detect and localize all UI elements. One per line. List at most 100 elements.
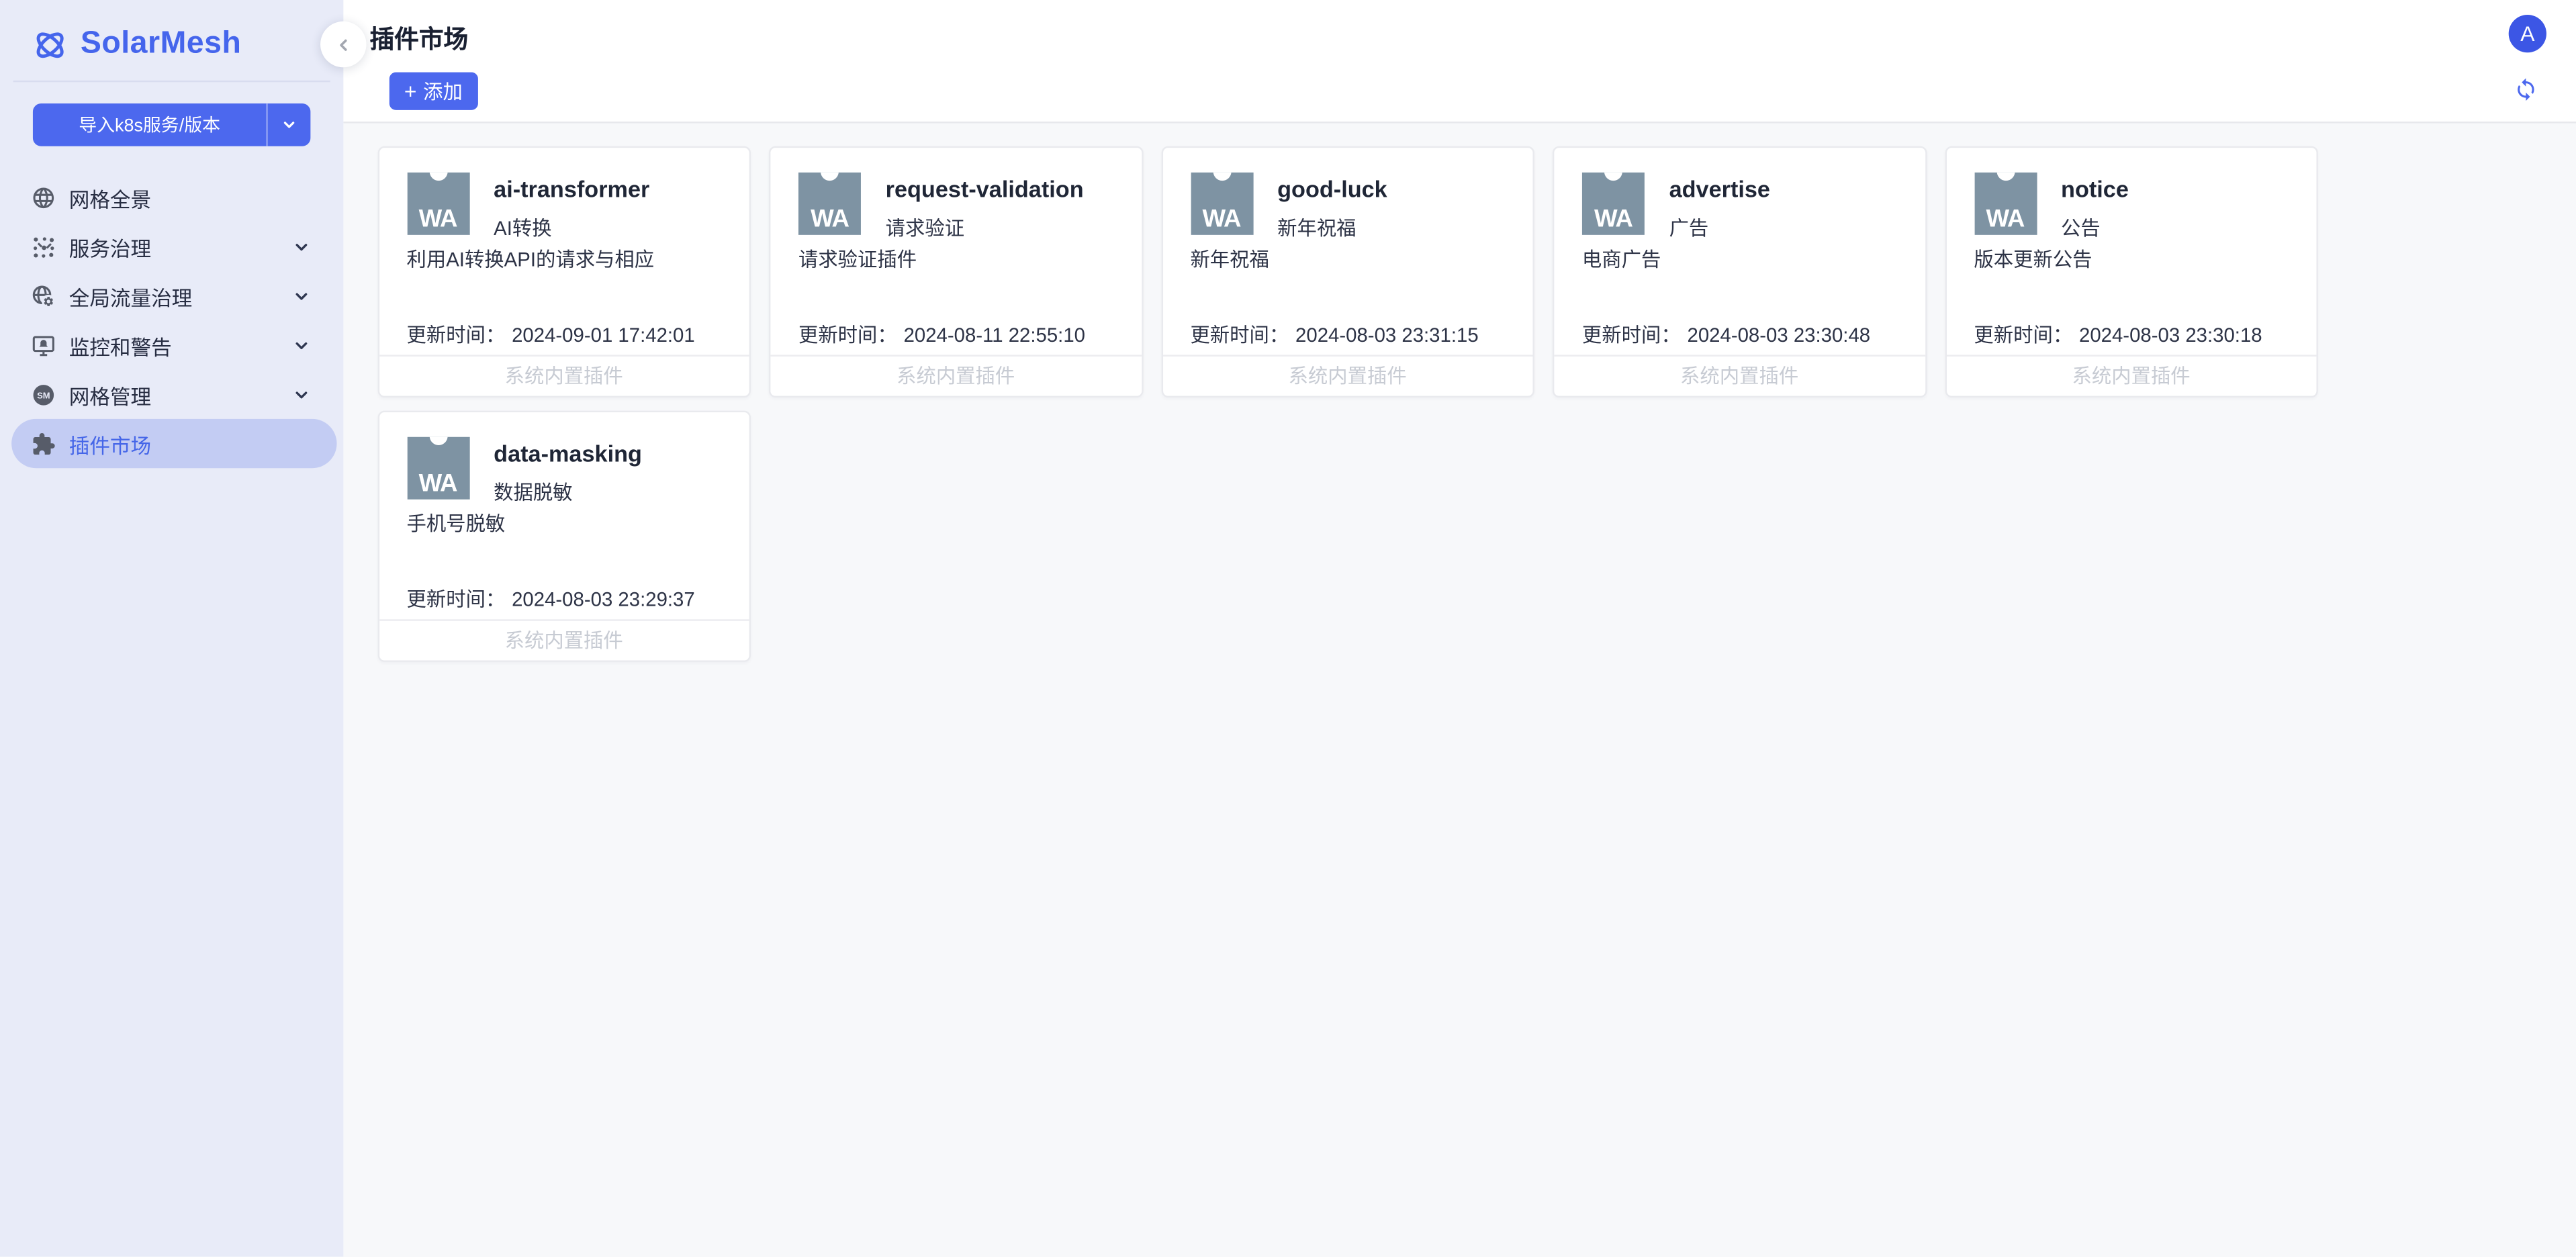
plugin-name: notice <box>2061 175 2129 201</box>
svg-text:SM: SM <box>37 389 50 400</box>
updated-value: 2024-08-03 23:31:15 <box>1295 323 1479 346</box>
updated-label: 更新时间： <box>798 323 897 346</box>
topbar: 插件市场 A + 添加 <box>343 0 2576 123</box>
webassembly-icon-text: WA <box>406 471 469 496</box>
sidebar-item-label: 网格管理 <box>69 379 151 410</box>
mesh-management-icon: SM <box>31 382 56 407</box>
app-title: SolarMesh <box>81 26 241 62</box>
webassembly-icon-text: WA <box>1190 206 1252 231</box>
refresh-icon <box>2514 77 2538 102</box>
plugin-card-footer: 系统内置插件 <box>379 355 749 395</box>
plugin-description: 电商广告 <box>1582 247 1905 273</box>
builtin-plugin-label: 系统内置插件 <box>505 362 623 390</box>
plugin-updated-row: 更新时间： 2024-08-03 23:30:18 <box>1974 320 2262 348</box>
sidebar-item-label: 插件市场 <box>69 428 151 459</box>
monitor-alert-icon <box>31 332 56 357</box>
plugin-description: 版本更新公告 <box>1974 247 2297 273</box>
updated-value: 2024-08-11 22:55:10 <box>904 323 1085 346</box>
plugin-card-data-masking[interactable]: WA data-masking 数据脱敏 手机号脱敏 更新时间： 2024-08-… <box>377 410 751 661</box>
sidebar-item-mesh-management[interactable]: SM 网格管理 <box>11 369 336 418</box>
plugin-alias: 广告 <box>1669 213 1709 241</box>
plugin-updated-row: 更新时间： 2024-08-03 23:29:37 <box>406 584 694 612</box>
add-plugin-button-label: 添加 <box>423 77 463 105</box>
sidebar-divider <box>13 81 330 82</box>
sidebar-nav: 网格全景 服务治理 全局流量治理 监控和警告 SM 网格管理 插件市场 <box>0 173 343 468</box>
puzzle-icon <box>31 431 56 456</box>
app: SolarMesh 导入k8s服务/版本 网格全景 服务治理 全局流量治理 监控… <box>0 0 2576 1257</box>
chevron-down-icon <box>292 336 310 354</box>
sidebar-item-global-traffic[interactable]: 全局流量治理 <box>11 271 336 320</box>
plugin-updated-row: 更新时间： 2024-09-01 17:42:01 <box>406 320 694 348</box>
webassembly-icon: WA <box>1974 172 2036 234</box>
updated-value: 2024-09-01 17:42:01 <box>512 323 695 346</box>
plugin-card-good-luck[interactable]: WA good-luck 新年祝福 新年祝福 更新时间： 2024-08-03 2… <box>1160 146 1534 397</box>
add-plugin-button[interactable]: + 添加 <box>389 73 477 110</box>
sidebar-collapse-button[interactable] <box>320 21 367 68</box>
service-governance-icon <box>31 234 56 259</box>
plus-icon: + <box>404 80 417 101</box>
content-area: WA ai-transformer AI转换 利用AI转换API的请求与相应 更… <box>343 123 2576 1256</box>
import-k8s-button-label[interactable]: 导入k8s服务/版本 <box>33 103 266 146</box>
plugin-alias: 公告 <box>2061 213 2101 241</box>
plugin-card-advertise[interactable]: WA advertise 广告 电商广告 更新时间：2024-08-03 23:… <box>1553 146 1927 397</box>
plugin-updated-row: 更新时间： 2024-08-03 23:31:15 <box>1190 320 1478 348</box>
sidebar-item-mesh-overview[interactable]: 网格全景 <box>11 173 336 222</box>
builtin-plugin-label: 系统内置插件 <box>1680 362 1798 390</box>
sidebar-item-monitoring-alert[interactable]: 监控和警告 <box>11 320 336 369</box>
plugin-description: 新年祝福 <box>1190 247 1513 273</box>
webassembly-icon-text: WA <box>798 206 861 231</box>
webassembly-icon: WA <box>798 172 861 234</box>
import-dropdown-toggle[interactable] <box>268 103 311 146</box>
avatar-letter: A <box>2520 21 2534 46</box>
plugin-card-request-validation[interactable]: WA request-validation 请求验证 请求验证插件 更新时间：2… <box>769 146 1143 397</box>
webassembly-icon: WA <box>406 172 469 234</box>
chevron-down-icon <box>281 117 297 133</box>
sidebar-item-label: 服务治理 <box>69 231 151 262</box>
globe-icon <box>31 185 56 209</box>
chevron-down-icon <box>292 287 310 305</box>
chevron-down-icon <box>292 238 310 256</box>
webassembly-icon-text: WA <box>1974 206 2036 231</box>
solarmesh-logo-icon <box>31 26 68 63</box>
plugin-description: 手机号脱敏 <box>406 512 729 537</box>
plugin-updated-row: 更新时间：2024-08-03 23:30:48 <box>1582 320 1870 348</box>
plugin-name: advertise <box>1669 175 1770 201</box>
refresh-button[interactable] <box>2514 77 2538 102</box>
plugin-alias: 数据脱敏 <box>494 477 572 506</box>
updated-label: 更新时间： <box>1190 323 1289 346</box>
updated-value: 2024-08-03 23:30:18 <box>2079 323 2262 346</box>
plugin-description: 请求验证插件 <box>798 247 1121 273</box>
sidebar-item-service-governance[interactable]: 服务治理 <box>11 222 336 271</box>
plugin-alias: AI转换 <box>494 213 551 241</box>
plugin-card-footer: 系统内置插件 <box>1946 355 2317 395</box>
plugin-description: 利用AI转换API的请求与相应 <box>406 247 729 273</box>
webassembly-icon-text: WA <box>1582 206 1645 231</box>
plugin-updated-row: 更新时间： 2024-08-11 22:55:10 <box>798 320 1085 348</box>
builtin-plugin-label: 系统内置插件 <box>2072 362 2191 390</box>
chevron-down-icon <box>292 385 310 404</box>
plugin-card-grid: WA ai-transformer AI转换 利用AI转换API的请求与相应 更… <box>377 146 2397 661</box>
plugin-card-ai-transformer[interactable]: WA ai-transformer AI转换 利用AI转换API的请求与相应 更… <box>377 146 751 397</box>
import-k8s-button[interactable]: 导入k8s服务/版本 <box>33 103 310 146</box>
plugin-name: data-masking <box>494 439 642 465</box>
webassembly-icon-text: WA <box>406 206 469 231</box>
plugin-card-notice[interactable]: WA notice 公告 版本更新公告 更新时间： 2024-08-03 23:3… <box>1944 146 2318 397</box>
plugin-name: good-luck <box>1277 175 1387 201</box>
user-avatar[interactable]: A <box>2509 15 2546 52</box>
plugin-card-footer: 系统内置插件 <box>1554 355 1925 395</box>
logo: SolarMesh <box>0 0 343 66</box>
updated-value: 2024-08-03 23:29:37 <box>512 588 695 610</box>
sidebar-item-plugin-market[interactable]: 插件市场 <box>11 419 336 468</box>
updated-label: 更新时间： <box>406 588 505 610</box>
page-title: 插件市场 <box>369 21 468 56</box>
builtin-plugin-label: 系统内置插件 <box>896 362 1015 390</box>
updated-label: 更新时间： <box>1974 323 2072 346</box>
plugin-alias: 新年祝福 <box>1277 213 1356 241</box>
plugin-card-footer: 系统内置插件 <box>1162 355 1533 395</box>
webassembly-icon: WA <box>406 436 469 499</box>
main-area: 插件市场 A + 添加 WA ai-transformer AI转换 利用AI转… <box>343 0 2576 1257</box>
builtin-plugin-label: 系统内置插件 <box>1289 362 1407 390</box>
updated-label: 更新时间： <box>406 323 505 346</box>
plugin-alias: 请求验证 <box>886 213 964 241</box>
plugin-card-footer: 系统内置插件 <box>379 619 749 659</box>
